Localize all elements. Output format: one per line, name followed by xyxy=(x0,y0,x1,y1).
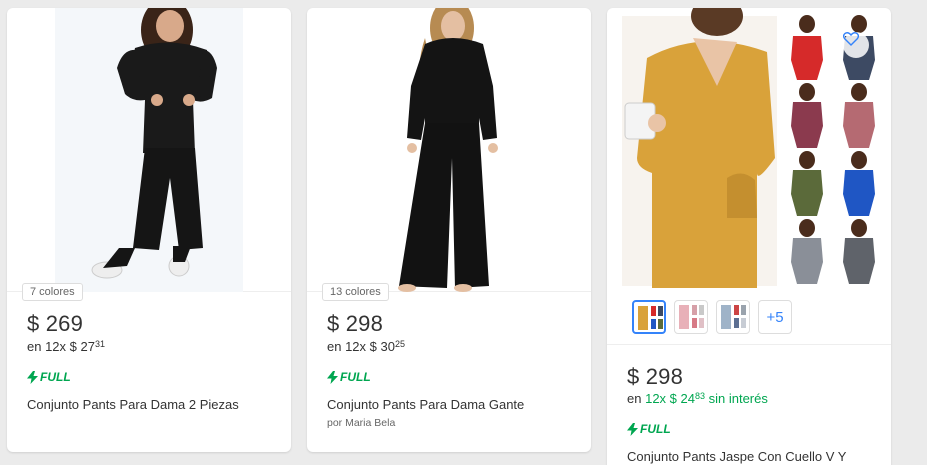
lightning-bolt-icon xyxy=(327,370,338,384)
colors-badge: 7 colores xyxy=(22,283,83,301)
product-image[interactable] xyxy=(307,8,591,292)
product-image[interactable] xyxy=(7,8,291,292)
lightning-bolt-icon xyxy=(27,370,38,384)
full-shipping-badge: FULL xyxy=(627,422,671,436)
favorite-button[interactable] xyxy=(843,32,869,58)
full-shipping-badge: FULL xyxy=(27,370,71,384)
installments-cents: 31 xyxy=(94,339,105,349)
installments-suffix: sin interés xyxy=(708,391,768,406)
product-card[interactable]: 7 colores $ 269 en 12x $ 2731 FULL Conju… xyxy=(7,8,291,452)
installments: en 12x $ 2731 xyxy=(27,339,105,354)
full-label: FULL xyxy=(640,422,671,436)
installments-amount: 12x $ 2483 sin interés xyxy=(645,391,768,406)
installments-cents: 25 xyxy=(394,339,405,349)
installments-prefix: 12x $ 24 xyxy=(645,391,695,406)
variant-thumbnails: +5 xyxy=(632,300,792,334)
more-variants-button[interactable]: +5 xyxy=(758,300,792,334)
price: $ 298 xyxy=(627,364,684,389)
divider xyxy=(607,344,891,345)
product-title[interactable]: Conjunto Pants Jaspe Con Cuello V Y xyxy=(627,449,846,464)
variant-thumbnail[interactable] xyxy=(716,300,750,334)
product-title[interactable]: Conjunto Pants Para Dama Gante xyxy=(327,397,524,412)
installments-cents: 83 xyxy=(694,391,705,401)
installments-en: en xyxy=(627,391,642,406)
heart-icon xyxy=(843,32,859,46)
product-card[interactable]: +5 $ 298 en 12x $ 2483 sin interés FULL … xyxy=(607,8,891,465)
lightning-bolt-icon xyxy=(627,422,638,436)
installments: en 12x $ 3025 xyxy=(327,339,405,354)
price: $ 298 xyxy=(327,311,384,336)
full-label: FULL xyxy=(340,370,371,384)
installments: en 12x $ 2483 sin interés xyxy=(627,391,768,406)
price: $ 269 xyxy=(27,311,84,336)
product-title[interactable]: Conjunto Pants Para Dama 2 Piezas xyxy=(27,397,239,412)
colors-badge: 13 colores xyxy=(322,283,389,301)
product-card[interactable]: 13 colores $ 298 en 12x $ 3025 FULL Conj… xyxy=(307,8,591,452)
variant-thumbnail[interactable] xyxy=(674,300,708,334)
full-shipping-badge: FULL xyxy=(327,370,371,384)
product-image[interactable] xyxy=(607,8,891,288)
variant-thumbnail[interactable] xyxy=(632,300,666,334)
full-label: FULL xyxy=(40,370,71,384)
installments-amount: en 12x $ 30 xyxy=(327,339,395,354)
installments-amount: en 12x $ 27 xyxy=(27,339,95,354)
seller-label: por Maria Bela xyxy=(327,417,396,429)
